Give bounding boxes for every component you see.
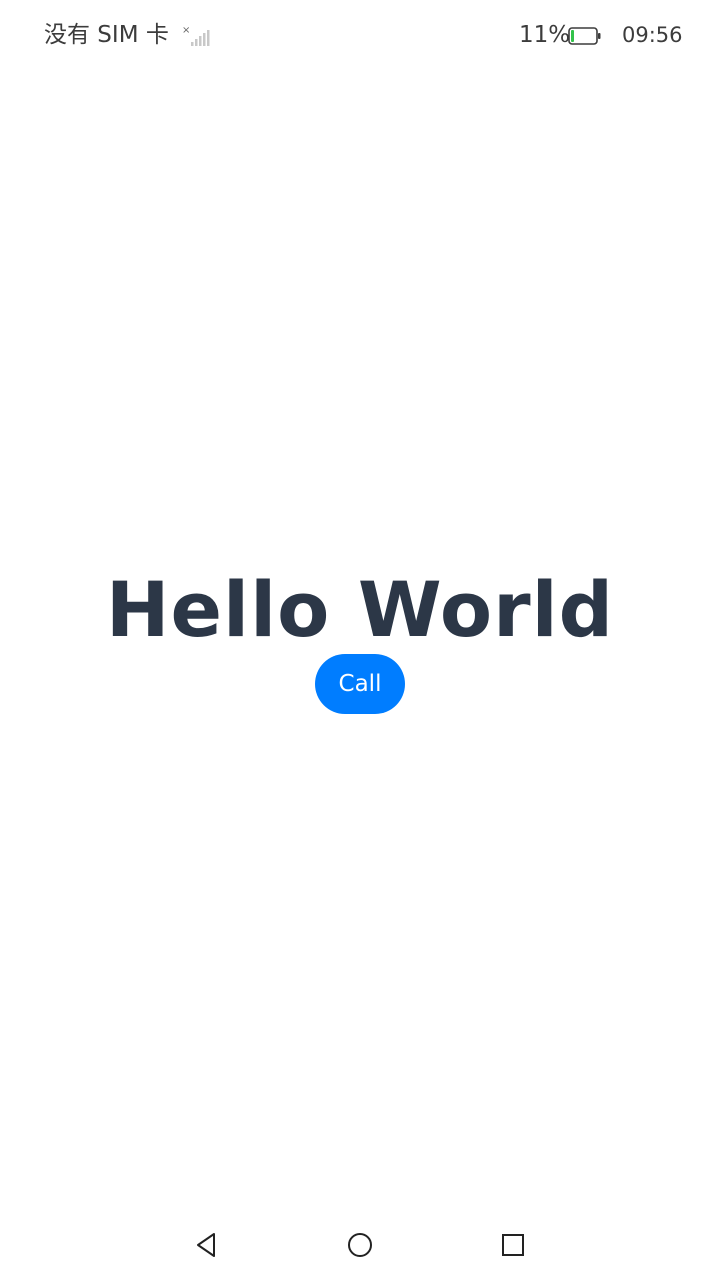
home-circle-icon[interactable] (345, 1230, 375, 1260)
recent-square-icon[interactable] (498, 1230, 528, 1260)
navigation-bar (0, 1208, 720, 1280)
call-button[interactable]: Call (315, 654, 405, 714)
hello-title: Hello World (105, 565, 615, 654)
back-triangle-icon[interactable] (192, 1230, 222, 1260)
status-bar: 没有 SIM 卡 × 11% 09:56 (0, 0, 720, 72)
svg-text:×: × (182, 25, 190, 36)
carrier-label: 没有 SIM 卡 (44, 22, 169, 48)
battery-icon (568, 27, 601, 45)
main-content: Hello World (0, 560, 720, 660)
battery-percent: 11% (519, 22, 571, 48)
clock: 09:56 (622, 23, 683, 47)
no-signal-icon: × (182, 25, 210, 46)
